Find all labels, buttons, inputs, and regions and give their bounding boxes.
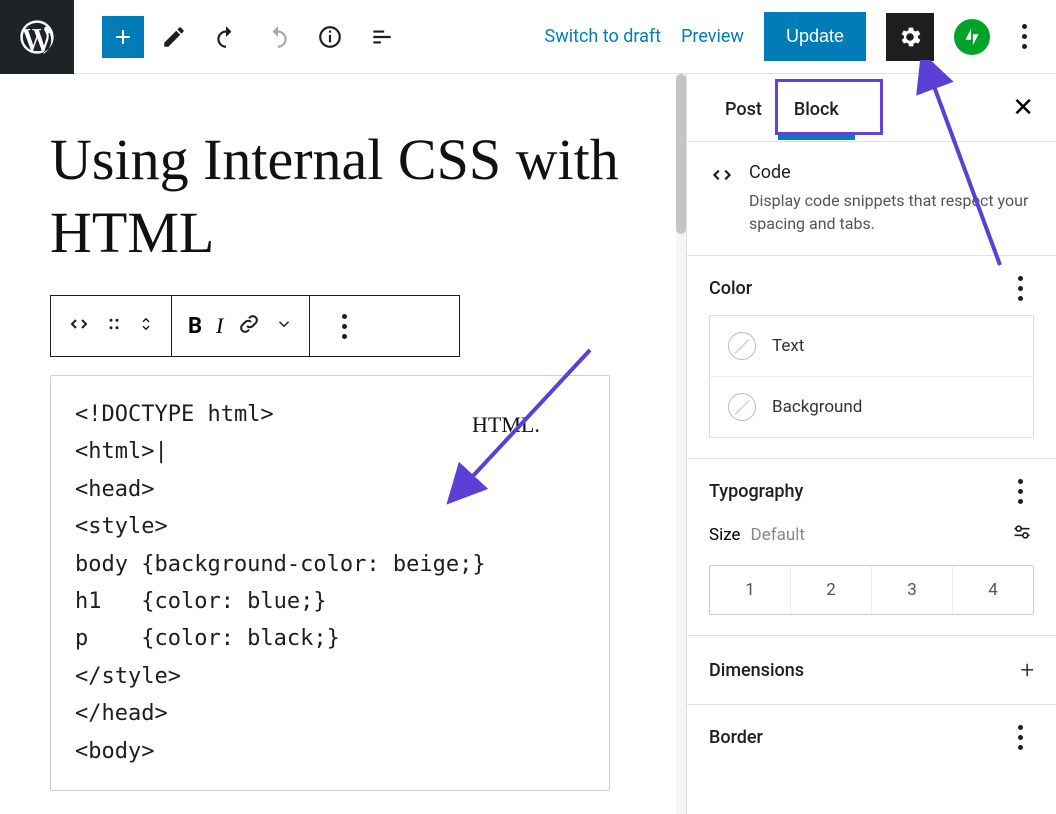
size-option-3[interactable]: 3 <box>871 566 952 614</box>
add-block-button[interactable] <box>102 16 144 58</box>
redo-icon <box>265 24 291 50</box>
wordpress-icon <box>17 17 57 57</box>
border-panel-options[interactable] <box>1006 725 1034 750</box>
pencil-icon <box>161 24 187 50</box>
info-button[interactable] <box>308 15 352 59</box>
sidebar-tabs: Post Block ✕ <box>687 74 1056 142</box>
more-formatting-button[interactable] <box>275 315 293 337</box>
switch-to-draft-link[interactable]: Switch to draft <box>545 26 662 47</box>
block-type-name: Code <box>749 162 1034 183</box>
right-toolbar: Switch to draft Preview Update <box>545 12 1056 61</box>
size-option-1[interactable]: 1 <box>710 566 790 614</box>
info-icon <box>317 24 343 50</box>
redo-button[interactable] <box>256 15 300 59</box>
swatch-none-icon <box>728 393 756 421</box>
close-sidebar-button[interactable]: ✕ <box>1012 95 1034 121</box>
size-option-4[interactable]: 4 <box>952 566 1033 614</box>
undo-button[interactable] <box>204 15 248 59</box>
editor-top-bar: Switch to draft Preview Update <box>0 0 1056 74</box>
color-text-label: Text <box>772 336 804 356</box>
color-background-row[interactable]: Background <box>710 376 1033 437</box>
size-option-2[interactable]: 2 <box>790 566 871 614</box>
custom-size-button[interactable] <box>1010 522 1034 547</box>
update-button[interactable]: Update <box>764 12 866 61</box>
jetpack-button[interactable] <box>954 19 990 55</box>
color-text-row[interactable]: Text <box>710 316 1033 376</box>
preview-link[interactable]: Preview <box>681 26 744 47</box>
editor-scrollbar-thumb[interactable] <box>676 74 686 234</box>
move-updown-icon[interactable] <box>137 311 155 341</box>
code-block-icon[interactable] <box>67 312 91 340</box>
typography-panel-options[interactable] <box>1006 479 1034 504</box>
block-options-button[interactable] <box>330 314 358 339</box>
color-panel-options[interactable] <box>1006 276 1034 301</box>
left-toolbar <box>74 15 404 59</box>
gear-icon <box>897 24 923 50</box>
options-menu-button[interactable] <box>1010 24 1038 49</box>
list-view-icon <box>369 24 395 50</box>
post-title[interactable]: Using Internal CSS with HTML <box>50 124 636 269</box>
color-background-label: Background <box>772 397 862 417</box>
color-panel-title: Color <box>709 278 752 299</box>
editor-scrollbar[interactable] <box>676 74 686 814</box>
typography-panel-title: Typography <box>709 481 803 502</box>
main-area: Using Internal CSS with HTML B I HTML. <… <box>0 74 1056 814</box>
link-button[interactable] <box>237 312 261 340</box>
panel-dimensions[interactable]: Dimensions + <box>687 636 1056 705</box>
jetpack-icon <box>961 26 983 48</box>
panel-block-info: Code Display code snippets that respect … <box>687 142 1056 256</box>
swatch-none-icon <box>728 332 756 360</box>
dimensions-panel-title: Dimensions <box>709 660 804 681</box>
size-value: Default <box>751 525 805 545</box>
border-panel-title: Border <box>709 727 763 748</box>
dimensions-add-button[interactable]: + <box>1020 656 1034 684</box>
panel-border[interactable]: Border <box>687 705 1056 770</box>
panel-color: Color Text Background <box>687 256 1056 459</box>
settings-sidebar: Post Block ✕ Code Display code snippets … <box>686 74 1056 814</box>
block-type-description: Display code snippets that respect your … <box>749 189 1034 235</box>
drag-handle-icon[interactable] <box>105 315 123 337</box>
tab-block[interactable]: Block <box>778 75 855 140</box>
size-label: Size <box>709 525 741 545</box>
editor-canvas: Using Internal CSS with HTML B I HTML. <… <box>0 74 686 814</box>
code-icon <box>709 162 735 235</box>
tab-post[interactable]: Post <box>709 75 778 140</box>
size-presets: 1 2 3 4 <box>709 565 1034 615</box>
undo-icon <box>213 24 239 50</box>
plus-icon <box>111 25 135 49</box>
bold-button[interactable]: B <box>188 314 202 339</box>
settings-button[interactable] <box>886 13 934 61</box>
italic-button[interactable]: I <box>216 313 223 339</box>
edit-tool-button[interactable] <box>152 15 196 59</box>
list-view-button[interactable] <box>360 15 404 59</box>
block-toolbar[interactable]: B I <box>50 295 460 357</box>
paragraph-fragment: HTML. <box>472 412 540 438</box>
wordpress-logo[interactable] <box>0 0 74 74</box>
panel-typography: Typography Size Default 1 2 3 4 <box>687 459 1056 636</box>
